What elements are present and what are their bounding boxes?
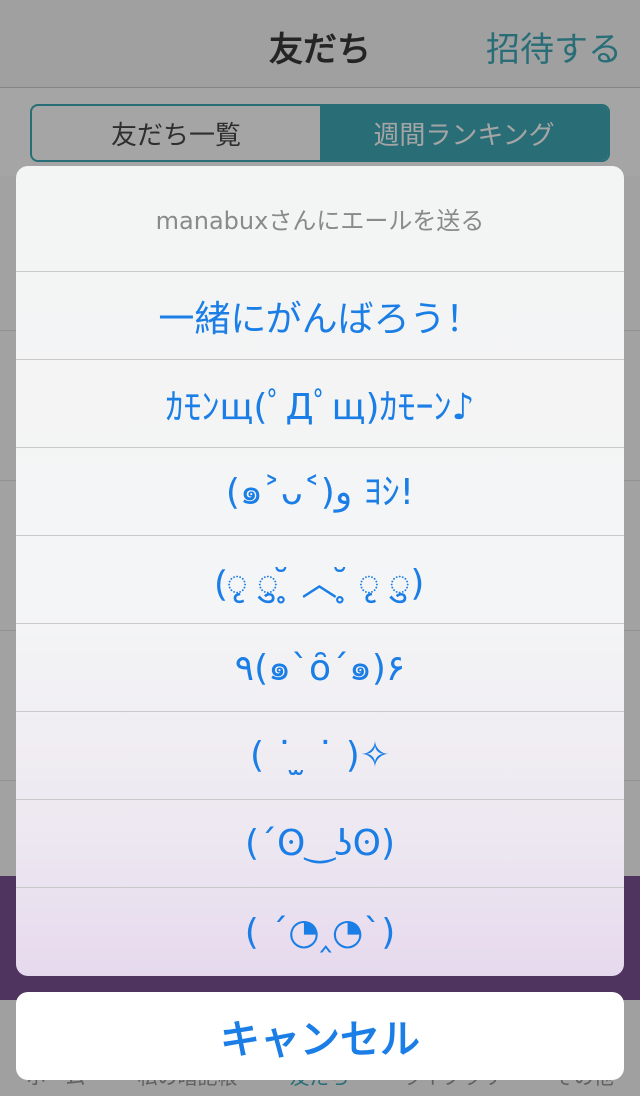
- action-sheet-title: manabuxさんにエールを送る: [16, 166, 624, 272]
- cheer-option-fired-up[interactable]: ٩(๑`ȏ´๑)۶: [16, 624, 624, 712]
- cheer-option-come-on[interactable]: ｶﾓﾝщ(ﾟДﾟщ)ｶﾓｰﾝ♪: [16, 360, 624, 448]
- cheer-option-smirk[interactable]: (´ʘ‿ʖʘ): [16, 800, 624, 888]
- cancel-button[interactable]: キャンセル: [16, 992, 624, 1080]
- action-sheet: manabuxさんにエールを送る 一緒にがんばろう！ ｶﾓﾝщ(ﾟДﾟщ)ｶﾓｰ…: [16, 166, 624, 976]
- cheer-option-pout[interactable]: ( ´◔‸◔`): [16, 888, 624, 976]
- cheer-option-sparkle[interactable]: ( ˙̇ ̫ ˙̇ )✧: [16, 712, 624, 800]
- cheer-option-together[interactable]: 一緒にがんばろう！: [16, 272, 624, 360]
- cheer-option-crying[interactable]: (ृ ु ̥̆ ︿ ̥̆ ृ ु): [16, 536, 624, 624]
- cheer-option-yoshi[interactable]: (๑˃ᴗ˂)ﻭ ﾖｼ!: [16, 448, 624, 536]
- screen: 友だち 招待する 友だち一覧 週間ランキング ホーム 私の暗記帳 友だち ライブ…: [0, 0, 640, 1096]
